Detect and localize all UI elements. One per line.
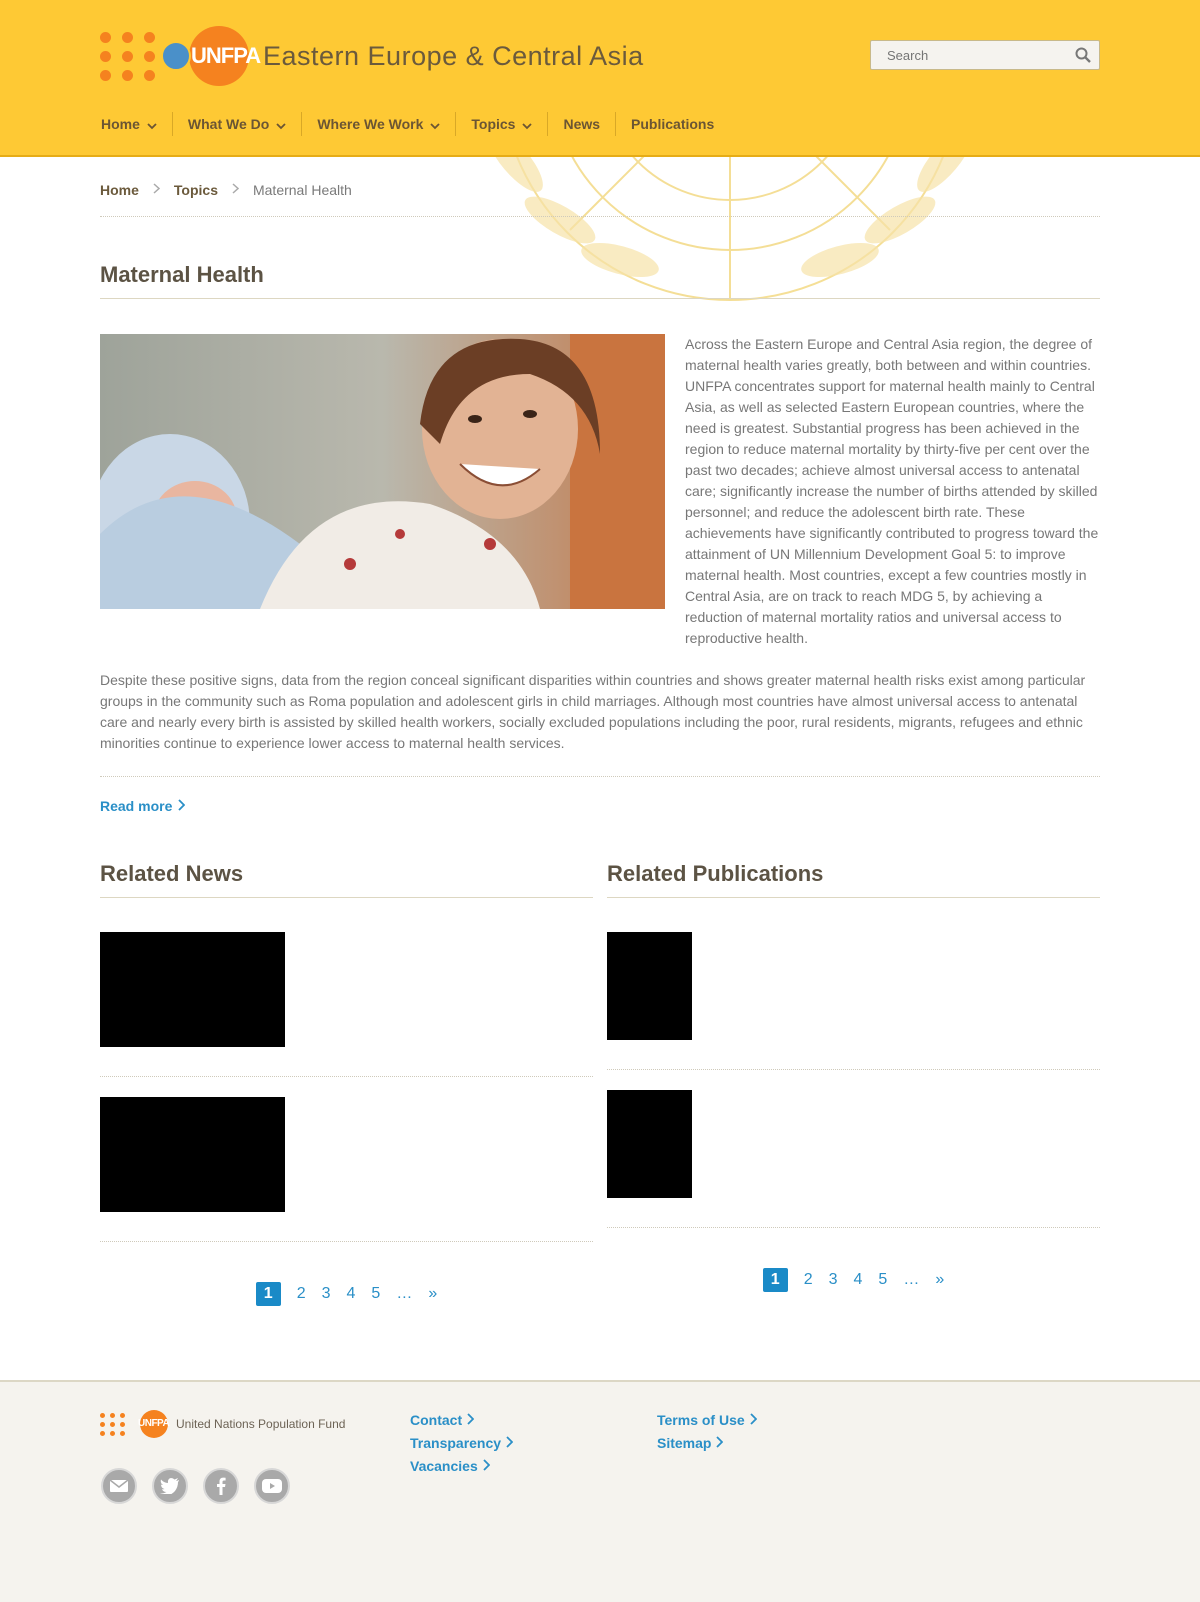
pagination-ellipsis: … (903, 1271, 920, 1288)
footer-link-vacancies[interactable]: Vacancies (410, 1455, 513, 1478)
nav-home-label: Home (101, 116, 140, 132)
chevron-right-icon (506, 1432, 514, 1455)
breadcrumb: Home Topics Maternal Health (100, 157, 1100, 217)
site-name: Eastern Europe & Central Asia (263, 40, 644, 71)
hero-photo-mother-and-baby (100, 334, 665, 609)
email-icon[interactable] (101, 1468, 137, 1504)
search-box (870, 40, 1100, 70)
footer-links-secondary: Terms of Use Sitemap (657, 1409, 757, 1455)
publication-thumbnail[interactable] (607, 932, 692, 1040)
publications-pagination: 1 2 3 4 5 … » (607, 1268, 1100, 1292)
footer-link-sitemap[interactable]: Sitemap (657, 1432, 757, 1455)
publication-item[interactable] (607, 1070, 1100, 1228)
chevron-right-icon (467, 1409, 475, 1432)
nav-news-label: News (563, 116, 601, 132)
search-icon[interactable] (1075, 47, 1091, 68)
breadcrumb-topics[interactable]: Topics (174, 182, 218, 198)
read-more-link[interactable]: Read more (100, 798, 186, 814)
nav-what-we-do[interactable]: What We Do (171, 112, 301, 136)
footer-link-sitemap-label: Sitemap (657, 1435, 712, 1451)
chevron-down-icon (522, 117, 533, 133)
nav-topics-label: Topics (471, 116, 516, 132)
site-footer: UNFPA United Nations Population Fund Con… (0, 1380, 1200, 1602)
page-1-button[interactable]: 1 (762, 1268, 788, 1292)
search-input[interactable] (871, 41, 1061, 69)
site-header: UNFPA Eastern Europe & Central Asia Home… (0, 0, 1200, 157)
page-2-button[interactable]: 2 (804, 1271, 813, 1289)
news-pagination: 1 2 3 4 5 … » (100, 1282, 593, 1306)
chevron-right-icon (232, 182, 240, 197)
nav-publications[interactable]: Publications (615, 112, 729, 136)
page-4-button[interactable]: 4 (347, 1285, 356, 1303)
nav-where-we-work-label: Where We Work (317, 116, 424, 132)
related-section: Related News 1 2 3 4 5 … » Related Publi… (100, 861, 1100, 1306)
facebook-icon[interactable] (203, 1468, 239, 1504)
logo-badge: UNFPA (161, 26, 261, 86)
body-paragraph: Despite these positive signs, data from … (100, 670, 1100, 777)
breadcrumb-current: Maternal Health (252, 181, 352, 198)
page-3-button[interactable]: 3 (322, 1285, 331, 1303)
footer-link-transparency[interactable]: Transparency (410, 1432, 514, 1455)
nav-home[interactable]: Home (100, 112, 172, 136)
intro-text: Across the Eastern Europe and Central As… (685, 336, 1099, 646)
chevron-right-icon (483, 1455, 491, 1478)
footer-link-terms-label: Terms of Use (657, 1412, 745, 1428)
chevron-right-icon (716, 1432, 724, 1455)
unfpa-logo[interactable]: UNFPA Eastern Europe & Central Asia (100, 26, 644, 86)
read-more-label: Read more (100, 798, 173, 814)
youtube-icon[interactable] (254, 1468, 290, 1504)
news-item[interactable] (100, 898, 593, 1077)
footer-links-primary: Contact Transparency Vacancies (410, 1409, 514, 1478)
main-nav: Home What We Do Where We Work Topics New… (100, 112, 729, 136)
nav-where-we-work[interactable]: Where We Work (301, 112, 455, 136)
footer-link-vacancies-label: Vacancies (410, 1458, 478, 1474)
footer-logo-text: UNFPA (138, 1418, 170, 1429)
related-publications-title: Related Publications (607, 861, 1100, 898)
related-publications: Related Publications 1 2 3 4 5 … » (607, 861, 1100, 1306)
publication-thumbnail[interactable] (607, 1090, 692, 1198)
footer-link-terms[interactable]: Terms of Use (657, 1409, 757, 1432)
twitter-icon[interactable] (152, 1468, 188, 1504)
nav-what-we-do-label: What We Do (187, 116, 270, 132)
footer-logo-badge: UNFPA (128, 1410, 170, 1438)
page-5-button[interactable]: 5 (371, 1285, 380, 1303)
intro-section: Across the Eastern Europe and Central As… (100, 334, 1100, 649)
nav-publications-label: Publications (631, 116, 715, 132)
un-globe-icon (161, 41, 191, 71)
news-thumbnail[interactable] (100, 1097, 285, 1212)
related-news-title: Related News (100, 861, 593, 898)
nav-news[interactable]: News (547, 112, 615, 136)
page-5-button[interactable]: 5 (878, 1271, 887, 1289)
news-item[interactable] (100, 1077, 593, 1242)
main-content: Home Topics Maternal Health Maternal Hea… (100, 157, 1100, 1306)
chevron-right-icon (153, 182, 161, 197)
chevron-down-icon (430, 117, 441, 133)
publication-item[interactable] (607, 898, 1100, 1070)
news-thumbnail[interactable] (100, 932, 285, 1047)
page-4-button[interactable]: 4 (854, 1271, 863, 1289)
chevron-down-icon (276, 117, 286, 133)
nav-topics[interactable]: Topics (455, 112, 547, 136)
page-3-button[interactable]: 3 (829, 1271, 838, 1289)
footer-logo[interactable]: UNFPA United Nations Population Fund (100, 1410, 345, 1438)
logo-dots (100, 31, 155, 81)
footer-org-name: United Nations Population Fund (176, 1417, 346, 1431)
footer-link-contact-label: Contact (410, 1412, 463, 1428)
breadcrumb-home[interactable]: Home (100, 182, 139, 198)
footer-logo-dots (100, 1412, 125, 1436)
pagination-ellipsis: … (396, 1285, 413, 1302)
logo-text: UNFPA (191, 43, 261, 68)
related-news: Related News 1 2 3 4 5 … » (100, 861, 593, 1306)
next-pages-button[interactable]: » (935, 1271, 944, 1289)
social-links (101, 1468, 305, 1504)
chevron-right-icon (178, 798, 186, 814)
page-title: Maternal Health (100, 262, 1100, 299)
footer-link-contact[interactable]: Contact (410, 1409, 513, 1432)
next-pages-button[interactable]: » (428, 1285, 437, 1303)
footer-link-transparency-label: Transparency (410, 1435, 502, 1451)
chevron-right-icon (750, 1409, 757, 1432)
chevron-down-icon (147, 117, 157, 133)
page-1-button[interactable]: 1 (255, 1282, 281, 1306)
page-2-button[interactable]: 2 (297, 1285, 306, 1303)
